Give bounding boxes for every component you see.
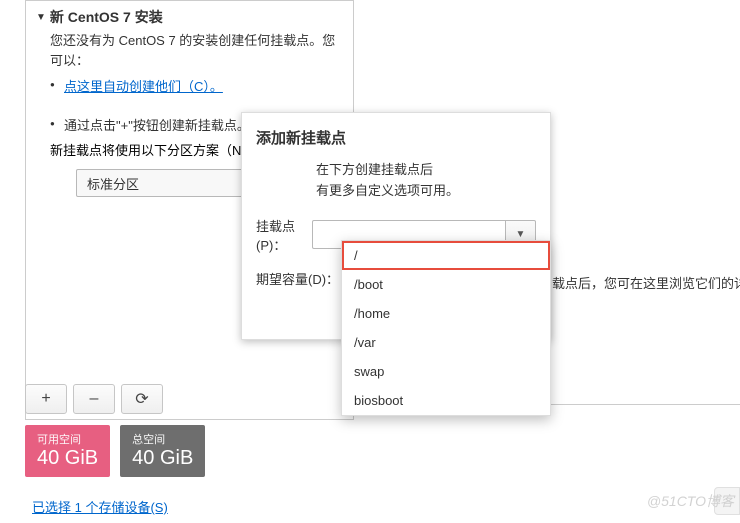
auto-create-link[interactable]: 点这里自动创建他们（C）。 — [64, 79, 223, 94]
remove-button[interactable]: – — [73, 384, 115, 414]
minus-icon: – — [90, 390, 99, 408]
dropdown-item[interactable]: /home — [342, 299, 550, 328]
right-info-text: 载点后，您可在这里浏览它们的详 — [552, 273, 740, 292]
dropdown-item[interactable]: /var — [342, 328, 550, 357]
mount-label: 挂载点(P)： — [256, 216, 312, 254]
total-value: 40 GiB — [132, 447, 193, 469]
reload-icon: ⟳ — [135, 389, 148, 409]
plus-icon: + — [41, 390, 50, 408]
install-desc: 您还没有为 CentOS 7 的安装创建任何挂载点。您可以： — [36, 27, 343, 74]
dropdown-item[interactable]: biosboot — [342, 386, 550, 415]
watermark: @51CTO博客 — [647, 491, 734, 511]
install-title: 新 CentOS 7 安装 — [50, 7, 163, 27]
reload-button[interactable]: ⟳ — [121, 384, 163, 414]
dialog-sub1: 在下方创建挂载点后 — [316, 160, 536, 181]
size-label: 期望容量(D)： — [256, 269, 342, 288]
dialog-sub2: 有更多自定义选项可用。 — [316, 181, 536, 202]
total-label: 总空间 — [132, 431, 193, 447]
dialog-title: 添加新挂载点 — [256, 127, 536, 148]
total-space-badge: 总空间 40 GiB — [120, 425, 205, 477]
add-button[interactable]: + — [25, 384, 67, 414]
avail-value: 40 GiB — [37, 447, 98, 469]
available-space-badge: 可用空间 40 GiB — [25, 425, 110, 477]
chevron-down-icon: ▼ — [516, 229, 526, 240]
dropdown-item[interactable]: / — [342, 241, 550, 270]
collapse-triangle-icon[interactable]: ▼ — [36, 12, 46, 23]
scheme-value: 标准分区 — [87, 174, 139, 193]
avail-label: 可用空间 — [37, 431, 98, 447]
mount-point-dropdown: //boot/home/varswapbiosboot — [341, 240, 551, 416]
dropdown-item[interactable]: /boot — [342, 270, 550, 299]
dropdown-item[interactable]: swap — [342, 357, 550, 386]
storage-devices-link[interactable]: 已选择 1 个存储设备(S) — [32, 497, 168, 516]
